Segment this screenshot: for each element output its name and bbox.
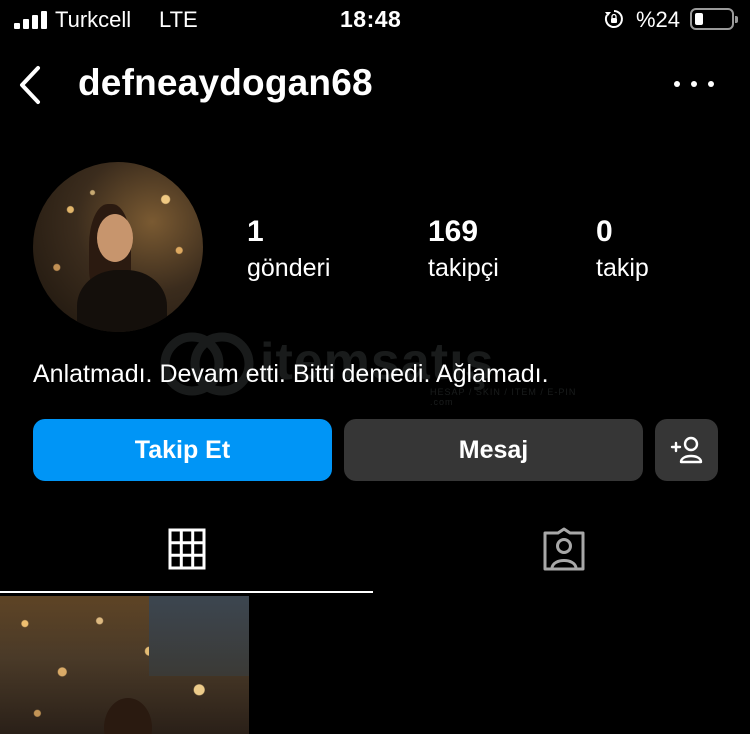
tagged-person-icon bbox=[543, 527, 584, 571]
orientation-lock-icon bbox=[604, 10, 623, 28]
grid-icon bbox=[168, 528, 205, 570]
profile-username: defneaydogan68 bbox=[78, 62, 373, 103]
posts-label[interactable]: gönderi bbox=[247, 254, 330, 283]
post-thumbnail[interactable] bbox=[0, 596, 249, 734]
add-person-icon bbox=[670, 436, 702, 464]
status-bar: Turkcell LTE 18:48 %24 bbox=[0, 0, 750, 40]
battery-icon bbox=[690, 8, 738, 30]
tab-tagged[interactable] bbox=[377, 505, 750, 593]
carrier-name: Turkcell bbox=[55, 7, 132, 32]
watermark-subtext: HESAP / SKIN / ITEM / E-PIN .com bbox=[430, 387, 577, 407]
network-type: LTE bbox=[159, 7, 198, 32]
battery-level bbox=[695, 13, 703, 25]
suggest-people-button[interactable] bbox=[655, 419, 718, 481]
profile-avatar[interactable] bbox=[33, 162, 203, 332]
followers-count[interactable]: 169 bbox=[428, 215, 478, 249]
battery-percent: %24 bbox=[636, 7, 681, 32]
follow-button[interactable]: Takip Et bbox=[33, 419, 332, 481]
active-tab-indicator bbox=[0, 591, 373, 593]
more-options-icon[interactable] bbox=[674, 70, 714, 98]
tab-posts-grid[interactable] bbox=[0, 505, 373, 593]
followers-label[interactable]: takipçi bbox=[428, 254, 499, 283]
status-time: 18:48 bbox=[340, 6, 402, 32]
message-button[interactable]: Mesaj bbox=[344, 419, 643, 481]
following-label[interactable]: takip bbox=[596, 254, 649, 283]
back-chevron-icon[interactable] bbox=[14, 62, 48, 108]
profile-bio: Anlatmadı. Devam etti. Bitti demedi. Ağl… bbox=[33, 360, 549, 388]
following-count[interactable]: 0 bbox=[596, 215, 613, 249]
posts-count[interactable]: 1 bbox=[247, 215, 264, 249]
signal-icon bbox=[14, 11, 48, 29]
